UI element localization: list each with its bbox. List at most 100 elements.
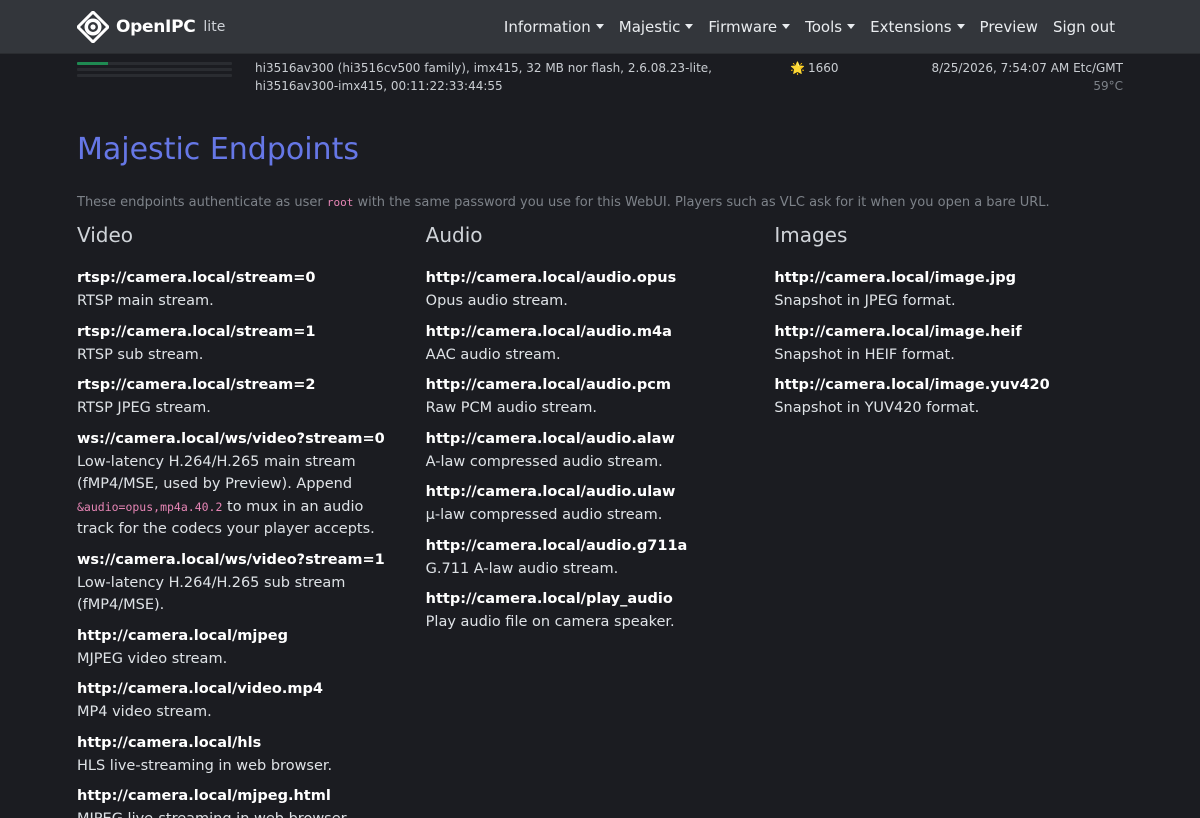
endpoint-url[interactable]: http://camera.local/audio.pcm [426,374,775,397]
usage-bar-2 [77,68,232,71]
endpoint-item: http://camera.local/hls HLS live-streami… [77,732,426,778]
endpoint-url[interactable]: rtsp://camera.local/stream=0 [77,267,426,290]
chevron-down-icon [956,24,965,29]
intro-user: root [326,196,354,209]
menu-firmware-label: Firmware [708,17,778,36]
endpoint-url[interactable]: ws://camera.local/ws/video?stream=0 [77,428,426,451]
audio-heading: Audio [425,223,483,247]
endpoint-item: http://camera.local/audio.opus Opus audi… [426,267,775,313]
endpoint-item: http://camera.local/audio.g711a G.711 A-… [426,535,775,581]
brand-name: OpenIPC [116,16,196,37]
menu-sign-out-label: Sign out [1052,17,1115,36]
endpoint-description: MJPEG live-streaming in web browser. [77,808,397,818]
star-icon: 🌟 [790,61,805,75]
usage-bar-1-fill [77,62,108,65]
chevron-down-icon [595,24,604,29]
endpoint-item: http://camera.local/audio.ulaw μ-law com… [426,481,775,527]
menu-information[interactable]: Information [504,18,604,36]
openipc-logo-icon [75,9,111,44]
system-info: hi3516av300 (hi3516cv500 family), imx415… [255,61,712,93]
chevron-down-icon [782,24,791,29]
endpoint-description: Low-latency H.264/H.265 main stream (fMP… [77,451,397,541]
images-column: Images http://camera.local/image.jpg Sna… [774,223,1123,818]
chevron-down-icon [685,24,694,29]
endpoint-description: MJPEG video stream. [77,650,228,667]
endpoint-description: Snapshot in YUV420 format. [774,400,980,416]
brand-edition: lite [203,18,226,35]
endpoint-item: http://camera.local/mjpeg MJPEG video st… [77,625,426,671]
endpoint-item: http://camera.local/audio.alaw A-law com… [426,428,775,474]
endpoint-item: http://camera.local/mjpeg.html MJPEG liv… [77,785,426,818]
endpoint-url[interactable]: http://camera.local/mjpeg [77,625,426,648]
endpoint-url[interactable]: http://camera.local/audio.opus [426,267,775,290]
main-content: Majestic Endpoints These endpoints authe… [0,132,1200,818]
menu-information-label: Information [503,17,591,36]
audio-column: Audio http://camera.local/audio.opus Opu… [426,223,775,818]
menu-majestic-label: Majestic [618,17,681,36]
menu-extensions-label: Extensions [870,17,952,36]
uptime-value: 1660 [807,61,839,75]
endpoint-url[interactable]: http://camera.local/video.mp4 [77,678,426,701]
intro-text-before: These endpoints authenticate as user [77,195,327,210]
resource-usage-bars [77,62,232,80]
endpoint-columns: Video rtsp://camera.local/stream=0 RTSP … [77,223,1123,818]
page-title: Majestic Endpoints [77,132,359,167]
endpoint-description: AAC audio stream. [425,346,561,363]
endpoint-description: Opus audio stream. [425,293,568,309]
endpoint-description: Snapshot in JPEG format. [774,293,956,309]
menu-tools-label: Tools [805,17,843,36]
endpoint-item: http://camera.local/audio.m4a AAC audio … [426,321,775,367]
menu-preview-label: Preview [979,17,1038,36]
chevron-down-icon [847,24,856,29]
temperature: 59°C [1093,79,1123,93]
endpoint-url[interactable]: rtsp://camera.local/stream=1 [77,321,426,344]
images-heading: Images [774,223,848,247]
endpoint-url[interactable]: http://camera.local/mjpeg.html [77,785,426,808]
endpoint-description: A-law compressed audio stream. [425,453,663,470]
intro-text-after: with the same password you use for this … [353,195,1050,210]
menu-majestic[interactable]: Majestic [619,18,694,36]
endpoint-description-before: Low-latency H.264/H.265 main stream (fMP… [77,453,356,493]
endpoint-description: RTSP sub stream. [77,346,204,363]
top-navbar: OpenIPC lite Information Majestic Firmwa… [0,0,1200,54]
menu-extensions[interactable]: Extensions [870,17,965,36]
endpoint-description: G.711 A-law audio stream. [425,560,619,577]
endpoint-item: http://camera.local/video.mp4 MP4 video … [77,678,426,724]
datetime: 8/25/2026, 7:54:07 AM Etc/GMT [931,61,1123,75]
endpoint-url[interactable]: http://camera.local/audio.g711a [426,535,775,558]
endpoint-description: Raw PCM audio stream. [425,400,597,416]
menu-preview[interactable]: Preview [980,18,1038,36]
endpoint-url[interactable]: rtsp://camera.local/stream=2 [77,374,426,397]
endpoint-url[interactable]: http://camera.local/audio.ulaw [426,481,775,504]
endpoint-url[interactable]: ws://camera.local/ws/video?stream=1 [77,549,426,572]
endpoint-description: Low-latency H.264/H.265 sub stream (fMP4… [77,574,346,614]
video-heading: Video [77,223,134,247]
endpoint-description: RTSP main stream. [77,293,214,309]
intro-text: These endpoints authenticate as user roo… [77,195,1123,210]
endpoint-item: rtsp://camera.local/stream=2 RTSP JPEG s… [77,374,426,420]
status-bar: hi3516av300 (hi3516cv500 family), imx415… [0,54,1200,100]
endpoint-url[interactable]: http://camera.local/image.jpg [774,267,1123,290]
menu-firmware[interactable]: Firmware [708,17,791,36]
endpoint-url[interactable]: http://camera.local/audio.alaw [426,428,775,451]
endpoint-url[interactable]: http://camera.local/image.heif [774,321,1123,344]
endpoint-url[interactable]: http://camera.local/image.yuv420 [774,374,1123,397]
endpoint-item: rtsp://camera.local/stream=1 RTSP sub st… [77,321,426,367]
menu-tools[interactable]: Tools [805,17,856,36]
endpoint-url[interactable]: http://camera.local/play_audio [426,588,775,611]
endpoint-item: http://camera.local/play_audio Play audi… [426,588,775,634]
brand-link[interactable]: OpenIPC lite [75,9,226,44]
endpoint-url[interactable]: http://camera.local/hls [77,732,426,755]
menu-sign-out[interactable]: Sign out [1053,18,1115,36]
main-menu: Information Majestic Firmware Tools Exte… [504,18,1115,36]
usage-bar-1 [77,62,232,65]
endpoint-description: Play audio file on camera speaker. [425,614,675,630]
video-column: Video rtsp://camera.local/stream=0 RTSP … [77,223,426,818]
endpoint-item: http://camera.local/audio.pcm Raw PCM au… [426,374,775,420]
audio-param-code: &audio=opus,mp4a.40.2 [77,499,223,514]
endpoint-url[interactable]: http://camera.local/audio.m4a [426,321,775,344]
endpoint-description: Snapshot in HEIF format. [774,346,955,363]
clock: 8/25/2026, 7:54:07 AM Etc/GMT 59°C [931,59,1123,95]
endpoint-item: ws://camera.local/ws/video?stream=1 Low-… [77,549,426,617]
endpoint-item: http://camera.local/image.jpg Snapshot i… [774,267,1123,313]
